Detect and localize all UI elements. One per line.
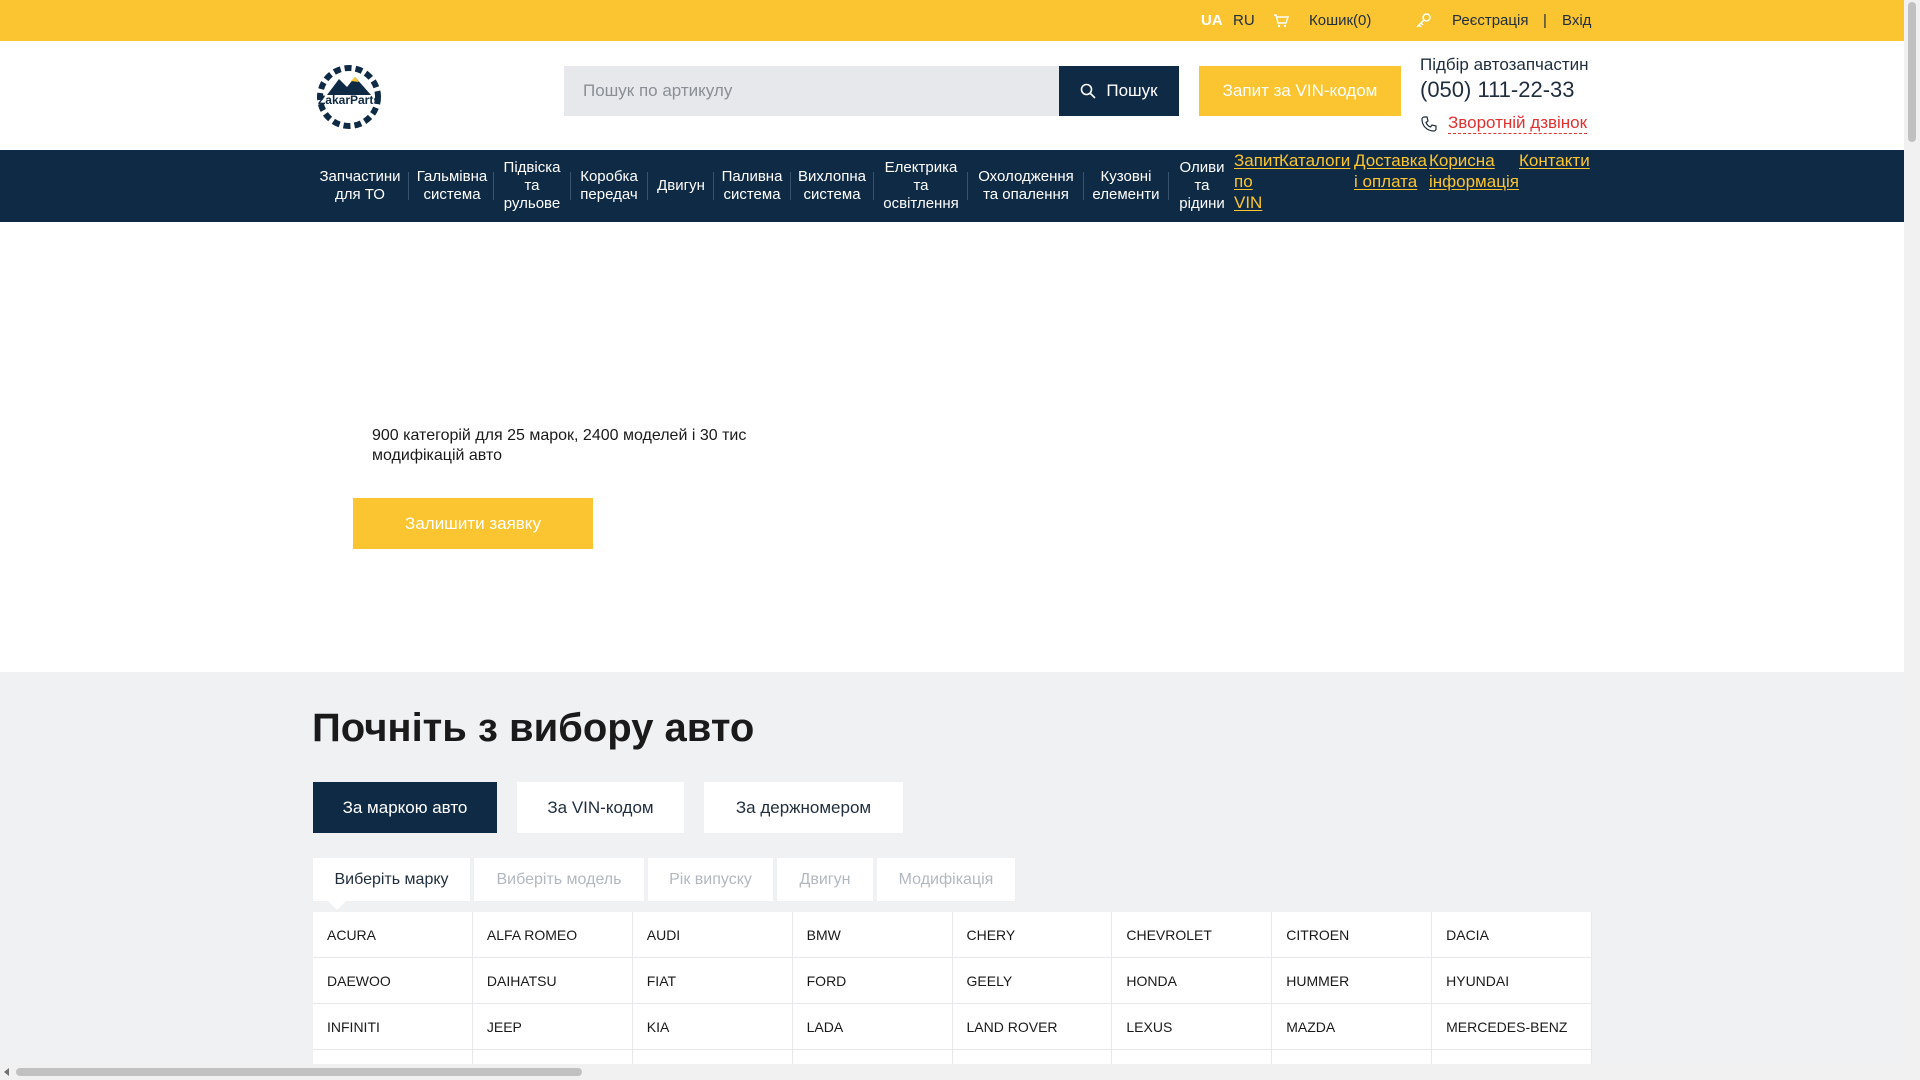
key-icon (1416, 13, 1431, 28)
brand-item[interactable]: DACIA (1432, 912, 1592, 958)
hero-text: 900 категорій для 25 марок, 2400 моделей… (372, 427, 747, 464)
nav-item-cooling[interactable]: Охолодження та опалення (970, 150, 1082, 222)
tab-by-plate[interactable]: За держномером (704, 782, 903, 833)
search-button-label: Пошук (1106, 81, 1158, 100)
brand-item[interactable]: CITROEN (1272, 912, 1433, 958)
nav-divider (1168, 172, 1169, 200)
step-select-engine[interactable]: Двигун (777, 858, 873, 901)
step-select-model[interactable]: Виберіть модель (474, 858, 644, 901)
nav-item-electrical[interactable]: Електрика та освітлення (876, 150, 966, 222)
brand-grid: ACURA ALFA ROMEO AUDI BMW CHERY CHEVROLE… (313, 912, 1592, 1080)
brand-item[interactable]: AUDI (632, 912, 793, 958)
step-pointer (328, 901, 346, 910)
scrollbar-thumb[interactable] (1908, 2, 1916, 142)
nav-link-catalogs[interactable]: Каталоги (1279, 150, 1350, 171)
brand-item[interactable]: ACURA (313, 912, 473, 958)
nav-item-suspension[interactable]: Підвіска та рульове (496, 150, 568, 222)
nav-link-contacts[interactable]: Контакти (1519, 150, 1590, 171)
scrollbar-thumb[interactable] (16, 1068, 582, 1076)
nav-divider (873, 172, 874, 200)
nav-link-vin-request[interactable]: Запит по VIN (1234, 150, 1280, 213)
nav-item-oils[interactable]: Оливи та рідини (1171, 150, 1233, 222)
nav-divider (713, 172, 714, 200)
step-select-brand[interactable]: Виберіть марку (313, 858, 470, 901)
brand-item[interactable]: FORD (792, 958, 953, 1004)
callback-link[interactable]: Зворотній дзвінок (1448, 113, 1588, 134)
horizontal-scrollbar[interactable] (0, 1064, 1904, 1080)
nav-item-exhaust[interactable]: Вихлопна система (793, 150, 871, 222)
section-title: Почніть з вибору авто (312, 706, 755, 750)
brand-item[interactable]: HONDA (1112, 958, 1273, 1004)
scroll-left-icon[interactable] (4, 1068, 9, 1076)
brand-item[interactable]: BMW (792, 912, 953, 958)
brand-item[interactable]: KIA (632, 1004, 793, 1050)
phone-icon (1421, 116, 1437, 132)
car-selector-section: Почніть з вибору авто За маркою авто За … (0, 672, 1904, 1080)
phone-number[interactable]: (050) 111-22-33 (1420, 77, 1575, 103)
brand-item[interactable]: FIAT (632, 958, 793, 1004)
vin-request-button[interactable]: Запит за VIN-кодом (1199, 66, 1401, 116)
main-nav: Запчастини для ТО Гальмівна система Підв… (0, 150, 1904, 222)
nav-item-fuel[interactable]: Паливна система (716, 150, 788, 222)
tab-by-brand[interactable]: За маркою авто (313, 782, 497, 833)
logo-text: ZakarParts (318, 93, 380, 107)
nav-link-useful-info[interactable]: Корисна інформація (1429, 150, 1519, 192)
register-link[interactable]: Реєстрація (1452, 0, 1528, 41)
brand-item[interactable]: DAIHATSU (472, 958, 633, 1004)
leave-request-button[interactable]: Залишити заявку (353, 498, 593, 549)
nav-divider (647, 172, 648, 200)
tab-by-vin[interactable]: За VIN-кодом (517, 782, 684, 833)
search-button[interactable]: Пошук (1059, 66, 1179, 116)
nav-item-body[interactable]: Кузовні елементи (1086, 150, 1166, 222)
nav-divider (493, 172, 494, 200)
brand-item[interactable]: GEELY (952, 958, 1113, 1004)
brand-item[interactable]: HUMMER (1272, 958, 1433, 1004)
brand-item[interactable]: HYUNDAI (1432, 958, 1592, 1004)
brand-item[interactable]: MERCEDES-BENZ (1432, 1004, 1592, 1050)
brand-item[interactable]: ALFA ROMEO (472, 912, 633, 958)
top-bar: UA RU Кошик(0) Реєстрація | Вхід (0, 0, 1904, 41)
logo[interactable]: ZakarParts (311, 65, 387, 129)
header: ZakarParts Пошук Запит за VIN-кодом Підб… (0, 41, 1904, 150)
vertical-scrollbar[interactable] (1904, 0, 1920, 1080)
nav-item-maintenance[interactable]: Запчастини для ТО (316, 150, 404, 222)
cart-link[interactable]: Кошик(0) (1309, 0, 1371, 41)
step-select-modification[interactable]: Модифікація (877, 858, 1015, 901)
search-input[interactable] (564, 66, 1059, 116)
cart-icon[interactable] (1273, 14, 1289, 28)
brand-item[interactable]: INFINITI (313, 1004, 473, 1050)
brand-item[interactable]: MAZDA (1272, 1004, 1433, 1050)
lang-ru-link[interactable]: RU (1233, 0, 1255, 41)
brand-item[interactable]: LAND ROVER (952, 1004, 1113, 1050)
brand-item[interactable]: LEXUS (1112, 1004, 1273, 1050)
nav-item-transmission[interactable]: Коробка передач (573, 150, 645, 222)
hero-banner: 900 категорій для 25 марок, 2400 моделей… (0, 222, 1904, 672)
brand-item[interactable]: CHERY (952, 912, 1113, 958)
brand-item[interactable]: LADA (792, 1004, 953, 1050)
lang-ua-link[interactable]: UA (1201, 0, 1223, 41)
nav-divider (967, 172, 968, 200)
search-icon (1081, 83, 1096, 99)
phone-title: Підбір автозапчастин (1420, 55, 1589, 74)
nav-item-engine[interactable]: Двигун (650, 150, 712, 222)
nav-link-delivery[interactable]: Доставка і оплата (1354, 150, 1427, 192)
separator: | (1543, 12, 1547, 29)
nav-divider (790, 172, 791, 200)
nav-item-brakes[interactable]: Гальмівна система (411, 150, 493, 222)
nav-divider (1083, 172, 1084, 200)
brand-item[interactable]: DAEWOO (313, 958, 473, 1004)
brand-item[interactable]: JEEP (472, 1004, 633, 1050)
step-select-year[interactable]: Рік випуску (648, 858, 773, 901)
nav-divider (570, 172, 571, 200)
login-link[interactable]: Вхід (1562, 0, 1591, 41)
brand-item[interactable]: CHEVROLET (1112, 912, 1273, 958)
nav-divider (408, 172, 409, 200)
